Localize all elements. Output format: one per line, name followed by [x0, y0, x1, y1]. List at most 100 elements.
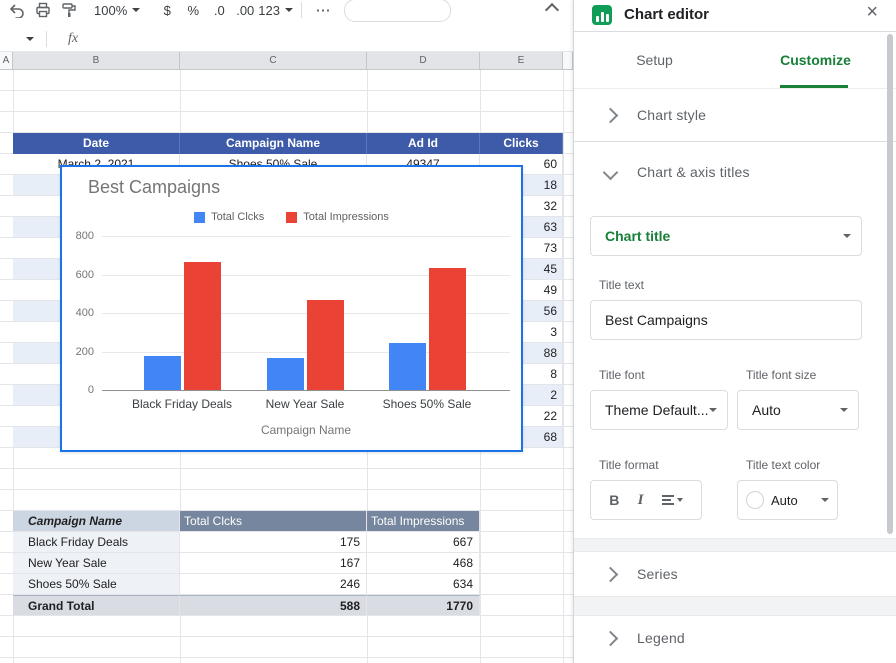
cell[interactable]: Shoes 50% Sale — [13, 574, 180, 595]
column-header-E[interactable]: E — [480, 52, 563, 69]
bar-total-clcks — [266, 357, 304, 390]
table-row: Black Friday Deals 175 667 — [13, 532, 480, 553]
more-formats-button[interactable]: 123 — [258, 3, 293, 18]
title-text-color-select[interactable]: Auto — [737, 480, 838, 520]
title-font-size-select[interactable]: Auto — [737, 390, 859, 430]
chevron-down-icon — [284, 8, 293, 12]
column-header-B[interactable]: B — [13, 52, 180, 69]
header-cell: Clicks — [480, 133, 563, 154]
cell[interactable]: 1770 — [367, 595, 480, 616]
cell[interactable]: 634 — [367, 574, 480, 595]
fx-icon: fx — [68, 31, 79, 46]
format-percent-button[interactable]: % — [180, 0, 206, 22]
hide-menus-icon[interactable] — [539, 0, 565, 22]
chart-axis-titles-content: Chart title Title text Title font Theme … — [574, 216, 896, 538]
cell[interactable]: 468 — [367, 553, 480, 574]
legend-item: Total Clcks — [194, 211, 264, 223]
x-axis-title: Campaign Name — [260, 423, 352, 437]
bold-button[interactable]: B — [609, 492, 619, 508]
y-axis-tick: 800 — [75, 230, 94, 242]
chart-gridline — [102, 236, 510, 237]
gridline — [563, 70, 564, 663]
chart-title: Best Campaigns — [88, 177, 221, 197]
legend-swatch — [194, 211, 206, 223]
panel-header: Chart editor × — [574, 0, 896, 32]
embedded-chart[interactable]: Best Campaigns Total Clcks Total Impressi… — [60, 165, 523, 452]
bar-total-impressions — [428, 267, 466, 390]
title-font-label: Title font — [599, 368, 645, 382]
close-icon[interactable]: × — [866, 1, 878, 24]
header-cell: Campaign Name — [13, 511, 180, 532]
toolbar-group-outline — [343, 0, 451, 22]
italic-button[interactable]: I — [638, 492, 644, 509]
color-swatch — [746, 491, 764, 509]
cell[interactable]: New Year Sale — [13, 553, 180, 574]
cell[interactable]: 588 — [180, 595, 367, 616]
undo-icon[interactable] — [4, 0, 30, 22]
title-text-input[interactable] — [590, 300, 862, 340]
chevron-down-icon — [840, 408, 848, 412]
column-header-fill[interactable] — [563, 52, 573, 69]
chevron-down-icon — [843, 234, 851, 238]
tab-customize[interactable]: Customize — [735, 32, 896, 88]
bar-total-impressions — [183, 261, 221, 390]
table-row: Shoes 50% Sale 246 634 — [13, 574, 480, 595]
decrease-decimal-button[interactable]: .0 — [206, 0, 232, 22]
table-row: New Year Sale 167 468 — [13, 553, 480, 574]
chart-title-type-select[interactable]: Chart title — [590, 216, 862, 256]
y-axis-tick: 600 — [75, 268, 94, 281]
title-text-color-label: Title text color — [746, 458, 821, 472]
section-legend[interactable]: Legend — [574, 616, 896, 660]
paint-format-icon[interactable] — [56, 0, 82, 22]
x-axis-label: Black Friday Deals — [131, 397, 233, 411]
toolbar: 100% $ % .0 .00 123 ⋯ — [0, 0, 573, 27]
cell[interactable]: 175 — [180, 532, 367, 553]
panel-scrollbar[interactable] — [887, 34, 893, 534]
cell[interactable]: Grand Total — [13, 595, 180, 616]
print-icon[interactable] — [30, 0, 56, 22]
summary-table: Campaign Name Total Clcks Total Impression… — [13, 511, 480, 616]
toolbar-overflow-button[interactable]: ⋯ — [310, 0, 336, 22]
title-format-toolbar: B I — [590, 480, 702, 520]
x-axis-label: Shoes 50% Sale — [382, 397, 472, 411]
active-tab-underline — [780, 85, 848, 88]
column-header-D[interactable]: D — [367, 52, 480, 69]
section-chart-axis-titles: Chart & axis titles Chart title Title te… — [574, 142, 896, 538]
title-font-size-label: Title font size — [746, 368, 817, 382]
grid-canvas[interactable]: Date Campaign Name Ad Id Clicks March 2, 202… — [0, 70, 573, 663]
bar-total-clcks — [143, 356, 181, 390]
cell[interactable]: Black Friday Deals — [13, 532, 180, 553]
formula-bar-divider — [46, 31, 47, 47]
align-left-icon — [661, 495, 674, 505]
column-header-C[interactable]: C — [180, 52, 367, 69]
zoom-select[interactable]: 100% — [94, 3, 141, 18]
section-chart-style[interactable]: Chart style — [574, 89, 896, 142]
cell[interactable]: 167 — [180, 553, 367, 574]
section-gap — [574, 538, 896, 552]
legend-label: Total Impressions — [303, 211, 389, 223]
bar-total-clcks — [388, 342, 426, 390]
section-series[interactable]: Series — [574, 552, 896, 596]
tab-setup[interactable]: Setup — [574, 32, 735, 88]
chevron-right-icon — [602, 630, 619, 646]
table-header-row: Campaign Name Total Clcks Total Impression… — [13, 511, 480, 532]
chevron-down-icon — [602, 164, 619, 180]
header-cell: Campaign Name — [180, 133, 367, 154]
legend-item: Total Impressions — [286, 211, 389, 223]
panel-tabs: Setup Customize — [574, 32, 896, 89]
cell[interactable]: 246 — [180, 574, 367, 595]
chevron-down-icon — [676, 498, 683, 502]
chevron-down-icon — [709, 408, 717, 412]
section-chart-axis-titles-header[interactable]: Chart & axis titles — [574, 142, 896, 202]
format-currency-button[interactable]: $ — [154, 0, 180, 22]
chart-gridline — [102, 390, 510, 391]
increase-decimal-button[interactable]: .00 — [232, 0, 258, 22]
chart-icon — [592, 5, 612, 25]
name-box-dropdown-icon[interactable] — [26, 37, 34, 41]
chart-editor-panel: Chart editor × Setup Customize Chart sty… — [573, 0, 896, 663]
align-button[interactable] — [661, 495, 683, 505]
cell[interactable]: 667 — [367, 532, 480, 553]
column-header-A[interactable]: A — [0, 52, 13, 69]
column-header-row: ABCDE — [0, 52, 573, 70]
title-font-select[interactable]: Theme Default... — [590, 390, 728, 430]
